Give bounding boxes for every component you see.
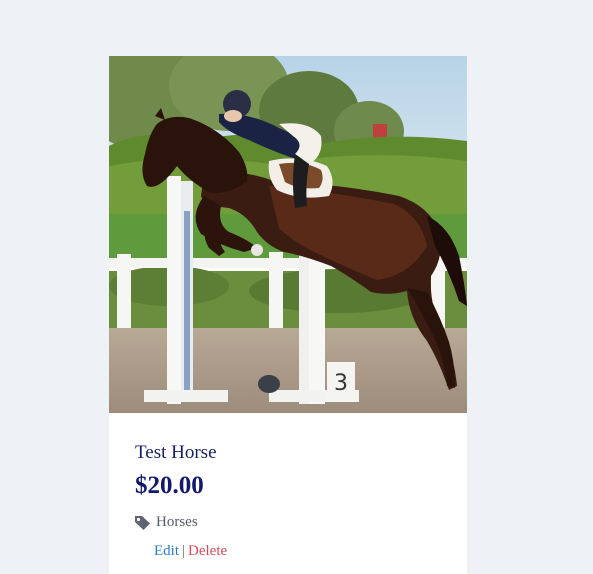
category-label: Horses [156, 514, 198, 530]
action-separator: | [182, 543, 186, 559]
svg-text:3: 3 [334, 371, 348, 396]
listing-title[interactable]: Test Horse [135, 442, 217, 464]
edit-link[interactable]: Edit [154, 543, 179, 559]
tag-icon [134, 515, 151, 530]
listing-price: $20.00 [135, 472, 204, 499]
listing-card: 3 Test Horse $20.00 Horses Edit | Delete [109, 56, 467, 574]
delete-link[interactable]: Delete [188, 543, 227, 559]
listing-category: Horses [134, 514, 198, 531]
listing-photo: 3 [109, 56, 467, 413]
listing-actions: Edit | Delete [154, 543, 227, 560]
